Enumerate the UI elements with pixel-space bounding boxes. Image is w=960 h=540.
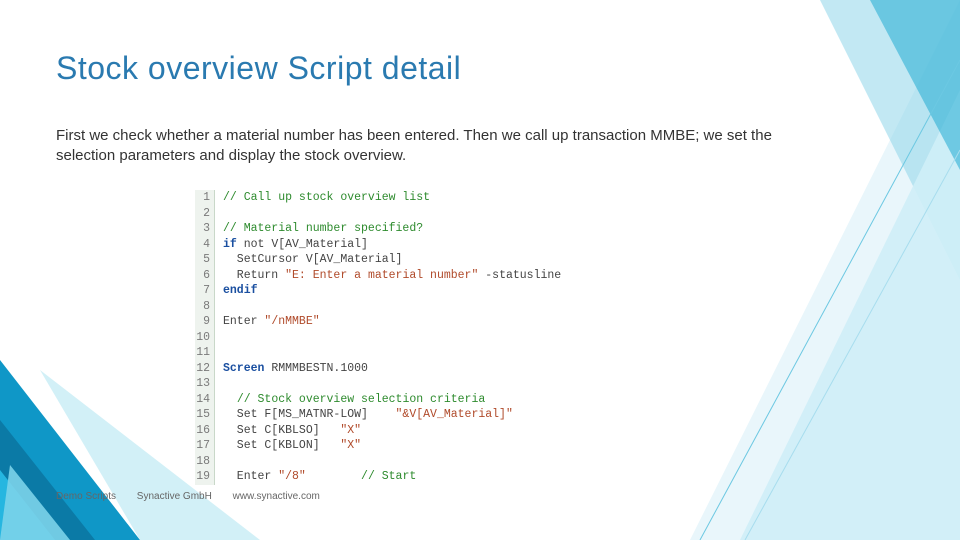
code-line: 10 xyxy=(195,330,705,346)
line-number: 16 xyxy=(195,423,215,439)
code-content: Enter "/8" // Start xyxy=(215,469,416,485)
line-number: 15 xyxy=(195,407,215,423)
code-line: 11 xyxy=(195,345,705,361)
code-content xyxy=(215,345,223,361)
slide-body-text: First we check whether a material number… xyxy=(56,126,816,167)
line-number: 5 xyxy=(195,252,215,268)
code-content: Return "E: Enter a material number" -sta… xyxy=(215,268,561,284)
code-line: 19 Enter "/8" // Start xyxy=(195,469,705,485)
code-line: 6 Return "E: Enter a material number" -s… xyxy=(195,268,705,284)
line-number: 8 xyxy=(195,299,215,315)
footer-segment: Demo Scripts xyxy=(56,491,116,502)
code-content: Set C[KBLON] "X" xyxy=(215,438,361,454)
line-number: 11 xyxy=(195,345,215,361)
code-content: if not V[AV_Material] xyxy=(215,237,368,253)
code-content: // Material number specified? xyxy=(215,221,423,237)
line-number: 9 xyxy=(195,314,215,330)
line-number: 19 xyxy=(195,469,215,485)
code-content: Set C[KBLSO] "X" xyxy=(215,423,361,439)
code-line: 9Enter "/nMMBE" xyxy=(195,314,705,330)
code-line: 12Screen RMMMBESTN.1000 xyxy=(195,361,705,377)
code-line: 17 Set C[KBLON] "X" xyxy=(195,438,705,454)
line-number: 2 xyxy=(195,206,215,222)
code-content: endif xyxy=(215,283,258,299)
line-number: 1 xyxy=(195,190,215,206)
code-content xyxy=(215,206,223,222)
code-line: 8 xyxy=(195,299,705,315)
code-line: 14 // Stock overview selection criteria xyxy=(195,392,705,408)
code-content xyxy=(215,376,223,392)
code-line: 5 SetCursor V[AV_Material] xyxy=(195,252,705,268)
line-number: 12 xyxy=(195,361,215,377)
footer-segment: www.synactive.com xyxy=(233,491,320,502)
code-line: 3// Material number specified? xyxy=(195,221,705,237)
code-content: SetCursor V[AV_Material] xyxy=(215,252,402,268)
line-number: 10 xyxy=(195,330,215,346)
code-line: 18 xyxy=(195,454,705,470)
code-content: Screen RMMMBESTN.1000 xyxy=(215,361,368,377)
code-line: 15 Set F[MS_MATNR-LOW] "&V[AV_Material]" xyxy=(195,407,705,423)
code-line: 1// Call up stock overview list xyxy=(195,190,705,206)
footer: Demo Scripts Synactive GmbH www.synactiv… xyxy=(56,491,338,502)
line-number: 4 xyxy=(195,237,215,253)
line-number: 7 xyxy=(195,283,215,299)
line-number: 6 xyxy=(195,268,215,284)
code-line: 13 xyxy=(195,376,705,392)
line-number: 14 xyxy=(195,392,215,408)
footer-segment: Synactive GmbH xyxy=(137,491,212,502)
code-line: 16 Set C[KBLSO] "X" xyxy=(195,423,705,439)
code-content: Set F[MS_MATNR-LOW] "&V[AV_Material]" xyxy=(215,407,513,423)
code-content xyxy=(215,299,223,315)
code-block: 1// Call up stock overview list23// Mate… xyxy=(195,190,705,485)
code-line: 2 xyxy=(195,206,705,222)
code-content xyxy=(215,454,223,470)
code-content: // Call up stock overview list xyxy=(215,190,430,206)
code-content: Enter "/nMMBE" xyxy=(215,314,320,330)
line-number: 3 xyxy=(195,221,215,237)
code-content xyxy=(215,330,223,346)
line-number: 18 xyxy=(195,454,215,470)
code-content: // Stock overview selection criteria xyxy=(215,392,485,408)
line-number: 17 xyxy=(195,438,215,454)
code-line: 4if not V[AV_Material] xyxy=(195,237,705,253)
code-line: 7endif xyxy=(195,283,705,299)
line-number: 13 xyxy=(195,376,215,392)
slide-title: Stock overview Script detail xyxy=(56,50,461,87)
